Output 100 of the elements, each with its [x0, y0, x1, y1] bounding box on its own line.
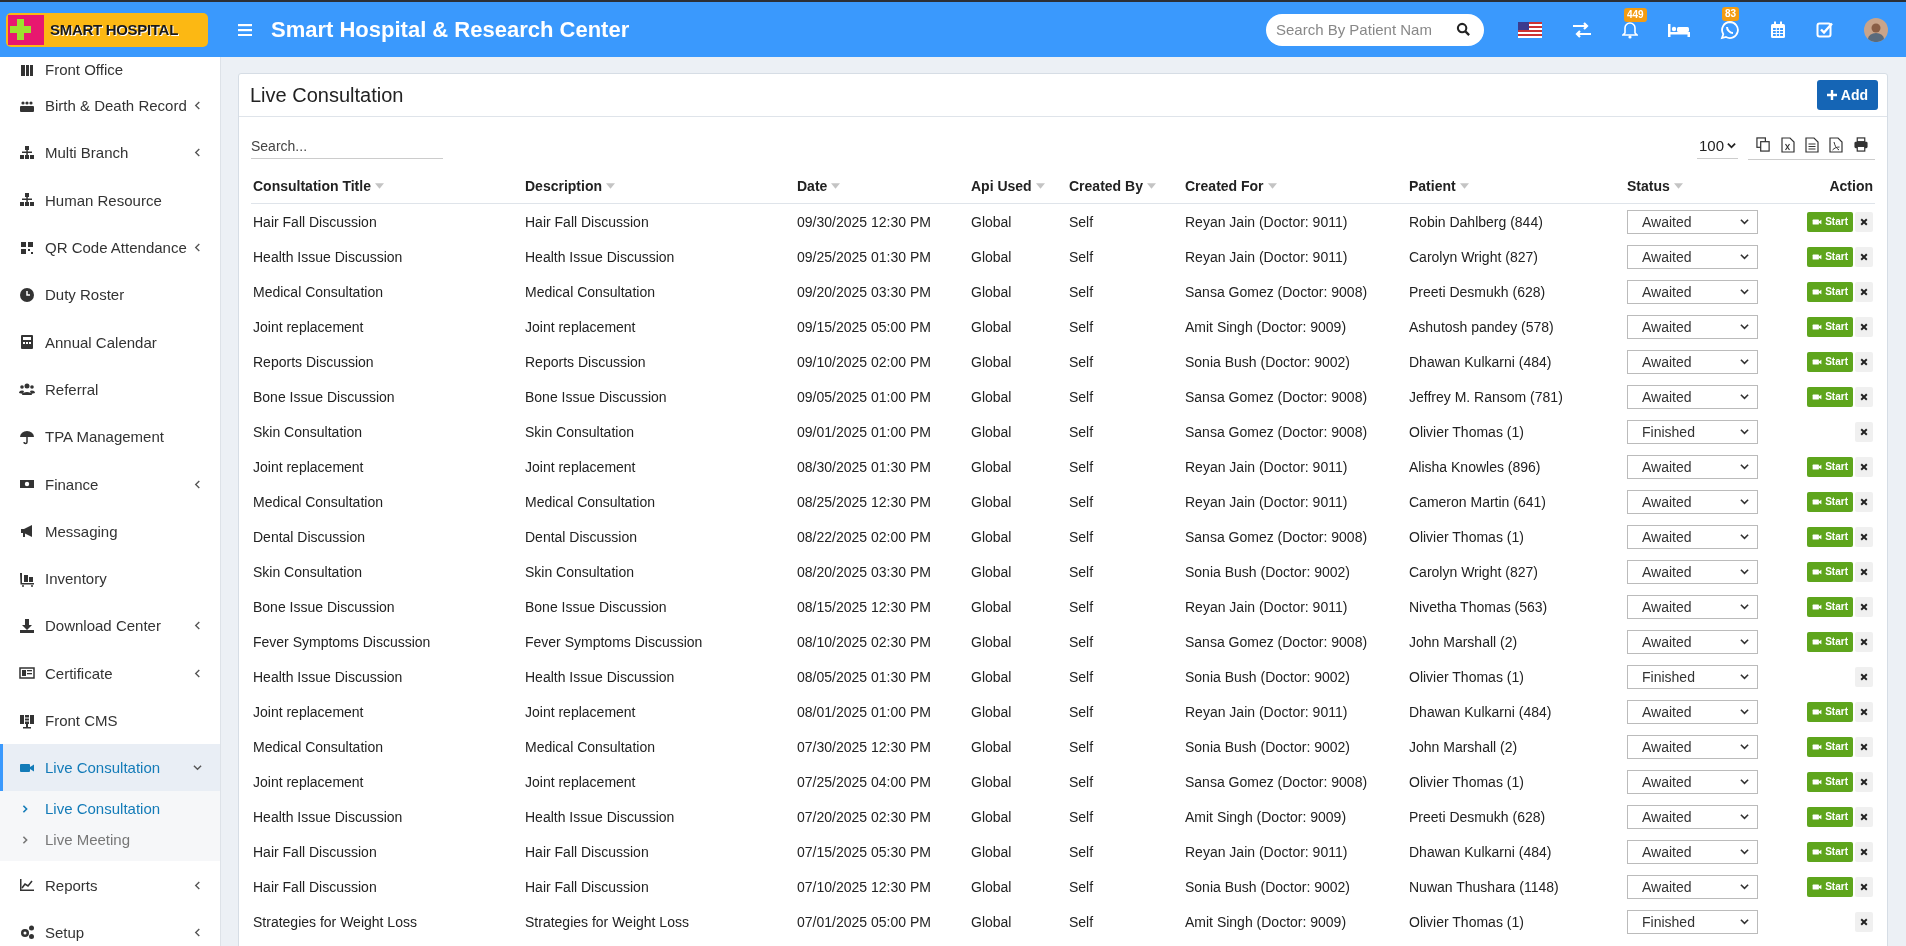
delete-button[interactable] — [1855, 631, 1873, 652]
delete-button[interactable] — [1855, 386, 1873, 407]
chat-icon[interactable] — [1720, 19, 1740, 40]
status-select[interactable]: Awaited — [1627, 594, 1758, 619]
check-square-icon[interactable] — [1816, 20, 1834, 39]
table-cell: Sonia Bush (Doctor: 9002) — [1185, 738, 1350, 755]
column-header[interactable]: Date — [797, 178, 828, 194]
delete-button[interactable] — [1855, 421, 1873, 442]
table-cell: 07/10/2025 12:30 PM — [797, 878, 931, 895]
delete-button[interactable] — [1855, 246, 1873, 267]
status-select[interactable]: Awaited — [1627, 524, 1758, 549]
sidebar-item[interactable]: Annual Calendar — [0, 318, 220, 366]
copy-icon[interactable] — [1756, 137, 1771, 152]
sidebar-item[interactable]: Live Consultation — [0, 744, 220, 792]
status-select[interactable]: Awaited — [1627, 839, 1758, 864]
status-select[interactable]: Finished — [1627, 419, 1758, 444]
close-icon — [1860, 742, 1868, 751]
sidebar-item[interactable]: TPA Management — [0, 413, 220, 461]
column-header[interactable]: Created By — [1069, 178, 1143, 194]
status-select[interactable]: Awaited — [1627, 244, 1758, 269]
status-select[interactable]: Awaited — [1627, 384, 1758, 409]
column-header[interactable]: Consultation Title — [253, 178, 371, 194]
table-cell: Sansa Gomez (Doctor: 9008) — [1185, 283, 1368, 300]
sidebar-item[interactable]: Inventory — [0, 554, 220, 603]
status-select[interactable]: Awaited — [1627, 314, 1758, 339]
status-select[interactable]: Awaited — [1627, 349, 1758, 374]
search-icon[interactable] — [1456, 21, 1471, 37]
swap-arrows-icon[interactable] — [1572, 21, 1592, 38]
column-header[interactable]: Action — [1829, 178, 1873, 194]
bed-icon[interactable] — [1668, 22, 1690, 37]
close-icon — [1860, 847, 1868, 856]
sidebar-item[interactable]: Certificate — [0, 649, 220, 697]
delete-button[interactable] — [1855, 526, 1873, 547]
submenu-item[interactable]: Live Consultation — [0, 793, 220, 825]
delete-button[interactable] — [1855, 596, 1873, 617]
pdf-file-icon[interactable] — [1829, 136, 1843, 153]
delete-button[interactable] — [1855, 736, 1873, 757]
sidebar-item[interactable]: Download Center — [0, 602, 220, 650]
sidebar-item[interactable]: Birth & Death Record — [0, 82, 220, 130]
table-cell: Medical Consultation — [253, 493, 383, 510]
column-header[interactable]: Created For — [1185, 178, 1264, 194]
column-header[interactable]: Api Used — [971, 178, 1032, 194]
delete-button[interactable] — [1855, 841, 1873, 862]
bell-icon[interactable] — [1622, 20, 1638, 39]
sidebar-item[interactable]: Messaging — [0, 507, 220, 555]
excel-file-icon[interactable] — [1781, 136, 1795, 153]
table-cell: Sansa Gomez (Doctor: 9008) — [1185, 388, 1368, 405]
status-select[interactable]: Awaited — [1627, 559, 1758, 584]
calendar-icon[interactable] — [1770, 20, 1786, 39]
page-size-select[interactable]: 100 — [1696, 133, 1738, 159]
patient-search-field[interactable]: Search By Patient Nam — [1266, 13, 1484, 46]
status-select[interactable]: Awaited — [1627, 874, 1758, 899]
delete-button[interactable] — [1855, 876, 1873, 897]
sidebar-item[interactable]: Finance — [0, 460, 220, 508]
menu-icon[interactable] — [238, 23, 252, 36]
status-select[interactable]: Awaited — [1627, 489, 1758, 514]
column-header[interactable]: Status — [1627, 178, 1670, 194]
sidebar-item[interactable]: Reports — [0, 861, 220, 909]
column-header[interactable]: Patient — [1409, 178, 1456, 194]
status-select[interactable]: Awaited — [1627, 769, 1758, 794]
status-select[interactable]: Awaited — [1627, 699, 1758, 724]
status-select[interactable]: Awaited — [1627, 454, 1758, 479]
delete-button[interactable] — [1855, 561, 1873, 582]
table-cell: 08/15/2025 12:30 PM — [797, 598, 931, 615]
sidebar-item[interactable]: Duty Roster — [0, 271, 220, 319]
delete-button[interactable] — [1855, 911, 1873, 932]
delete-button[interactable] — [1855, 281, 1873, 302]
delete-button[interactable] — [1855, 211, 1873, 232]
delete-button[interactable] — [1855, 806, 1873, 827]
status-select[interactable]: Awaited — [1627, 209, 1758, 234]
submenu-item[interactable]: Live Meeting — [0, 824, 220, 856]
delete-button[interactable] — [1855, 491, 1873, 512]
us-flag-icon[interactable] — [1518, 21, 1542, 38]
table-cell: Sansa Gomez (Doctor: 9008) — [1185, 633, 1368, 650]
status-select[interactable]: Finished — [1627, 909, 1758, 934]
sidebar-item[interactable]: Setup — [0, 908, 220, 946]
delete-button[interactable] — [1855, 771, 1873, 792]
close-icon — [1860, 462, 1868, 471]
delete-button[interactable] — [1855, 666, 1873, 687]
delete-button[interactable] — [1855, 701, 1873, 722]
document-icon[interactable] — [1805, 136, 1819, 153]
delete-button[interactable] — [1855, 351, 1873, 372]
column-header[interactable]: Description — [525, 178, 602, 194]
status-select[interactable]: Awaited — [1627, 804, 1758, 829]
sidebar-item[interactable]: Front Office — [0, 57, 220, 82]
status-select[interactable]: Awaited — [1627, 734, 1758, 759]
sidebar-item[interactable]: Multi Branch — [0, 129, 220, 177]
sidebar-item[interactable]: Human Resource — [0, 176, 220, 224]
line-chart-icon — [19, 877, 35, 894]
delete-button[interactable] — [1855, 456, 1873, 477]
sidebar-item[interactable]: Referral — [0, 365, 220, 414]
add-button[interactable]: Add — [1816, 80, 1878, 110]
status-select[interactable]: Awaited — [1627, 629, 1758, 654]
logo[interactable]: SMART HOSPITAL — [6, 12, 208, 47]
print-icon[interactable] — [1853, 137, 1869, 152]
sidebar-item[interactable]: QR Code Attendance — [0, 223, 220, 272]
status-select[interactable]: Awaited — [1627, 279, 1758, 304]
delete-button[interactable] — [1855, 316, 1873, 337]
status-select[interactable]: Finished — [1627, 664, 1758, 689]
sidebar-item[interactable]: Front CMS — [0, 696, 220, 745]
